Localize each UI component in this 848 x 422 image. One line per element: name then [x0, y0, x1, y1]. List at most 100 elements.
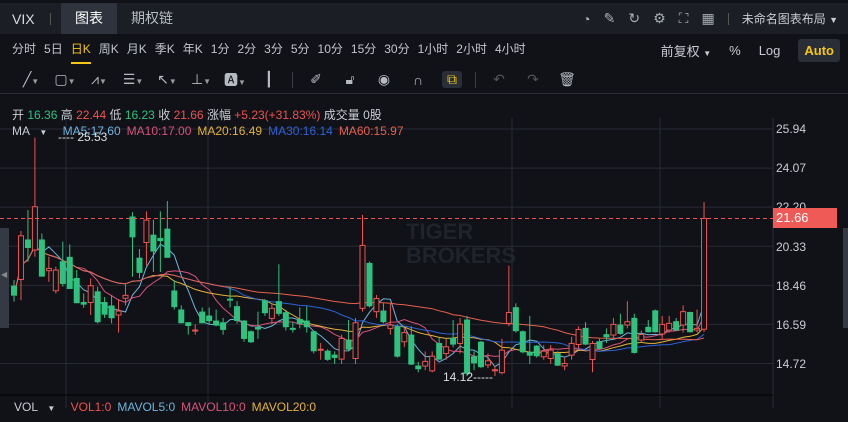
- timeframe-item[interactable]: 3分: [264, 36, 283, 64]
- layout-dropdown[interactable]: 未命名图表布局 ▼: [742, 10, 838, 27]
- timeframe-item[interactable]: 5日: [44, 36, 63, 64]
- tab-chart[interactable]: 图表: [61, 3, 117, 34]
- candle-up: [680, 311, 687, 326]
- candle-down: [136, 257, 143, 273]
- right-scroll-handle[interactable]: [843, 228, 848, 328]
- measure-icon[interactable]: ⊥▼: [184, 71, 218, 88]
- fibonacci-icon[interactable]: ☰▼: [116, 71, 150, 88]
- volume-value: 0股: [363, 108, 382, 122]
- vol-label: VOL: [14, 400, 39, 414]
- candlestick-chart[interactable]: [0, 118, 848, 408]
- timeframe-item[interactable]: 季K: [155, 36, 175, 64]
- change-value: +5.23(+31.83%): [234, 108, 321, 122]
- timeframe-item[interactable]: 1小时: [418, 36, 449, 64]
- timeframe-item[interactable]: 周K: [99, 36, 119, 64]
- candle-up: [659, 323, 666, 335]
- axis-tick: 24.07: [776, 161, 807, 175]
- candle-down: [596, 341, 603, 349]
- grid-icon[interactable]: ▦: [701, 10, 714, 27]
- candle-down: [261, 300, 268, 314]
- link-icon[interactable]: ⧉: [442, 71, 462, 88]
- candle-up: [610, 323, 617, 336]
- ma-label: MA: [12, 124, 30, 138]
- trend-line-icon[interactable]: ╱▼: [14, 71, 48, 88]
- candle-down: [533, 345, 540, 357]
- speedometer-icon[interactable]: ◔: [582, 11, 590, 27]
- candle-down: [471, 356, 478, 364]
- mavol5-value: MAVOL5:0: [117, 400, 176, 414]
- candle-down: [129, 216, 136, 238]
- candle-down: [380, 310, 387, 323]
- log-button[interactable]: Log: [759, 43, 781, 58]
- candle-up: [268, 307, 275, 319]
- candle-up: [122, 294, 129, 299]
- candle-down: [631, 317, 638, 353]
- candle-down: [554, 353, 561, 366]
- timeframe-item[interactable]: 4小时: [495, 36, 526, 64]
- candle-up: [52, 269, 59, 292]
- close-label: 收: [158, 108, 171, 122]
- rectangle-icon[interactable]: ▢▼: [48, 71, 82, 88]
- left-scroll-handle[interactable]: ◀: [0, 228, 9, 328]
- candle-down: [247, 331, 254, 343]
- percent-button[interactable]: %: [729, 43, 741, 58]
- timeframe-item-active[interactable]: 日K: [70, 36, 91, 64]
- open-label: 开: [12, 108, 25, 122]
- candle-down: [185, 322, 192, 326]
- candle-up: [429, 355, 436, 372]
- timeframe-item[interactable]: 分时: [12, 36, 36, 64]
- refresh-icon[interactable]: ↻: [628, 10, 640, 27]
- fullscreen-icon[interactable]: ⛶: [679, 10, 689, 27]
- divider: [475, 71, 476, 88]
- arrow-icon[interactable]: ↖▼: [150, 71, 184, 88]
- candle-down: [38, 239, 45, 277]
- candle-down: [415, 365, 422, 370]
- auto-button[interactable]: Auto: [798, 38, 840, 62]
- timeframe-item[interactable]: 15分: [351, 36, 376, 64]
- tab-option-chain[interactable]: 期权链: [117, 3, 187, 34]
- trash-icon[interactable]: 🗑︎: [550, 71, 584, 88]
- text-icon[interactable]: 🅰▼: [218, 70, 252, 90]
- lock-icon[interactable]: 🔓︎: [333, 71, 367, 88]
- candle-down: [296, 318, 303, 324]
- settings-icon[interactable]: ⚙: [653, 10, 666, 27]
- divider: [727, 12, 729, 25]
- undo-icon[interactable]: ↶: [482, 71, 516, 88]
- adjust-dropdown[interactable]: 前复权 ▼: [661, 41, 712, 60]
- candle-down: [164, 228, 171, 258]
- candle-up: [143, 219, 150, 243]
- redo-icon[interactable]: ↷: [516, 71, 550, 88]
- candle-down: [101, 301, 108, 315]
- top-bar: VIX 图表 期权链 ◔ ✎ ↻ ⚙ ⛶ ▦ 未命名图表布局 ▼: [0, 3, 848, 34]
- candle-down: [11, 285, 17, 296]
- timeframe-item[interactable]: 30分: [384, 36, 409, 64]
- edit-icon[interactable]: ✎: [604, 10, 616, 27]
- timeframe-item[interactable]: 月K: [127, 36, 147, 64]
- magnet-icon[interactable]: ∩: [401, 72, 435, 88]
- ma-dropdown[interactable]: MA ▼: [12, 124, 53, 138]
- mavol20-value: MAVOL20:0: [251, 400, 317, 414]
- candle-down: [282, 312, 289, 328]
- pattern-icon[interactable]: ⩘▼: [82, 71, 116, 88]
- timeframe-item[interactable]: 2分: [237, 36, 256, 64]
- high-label: 高: [60, 108, 73, 122]
- eye-icon[interactable]: ◉: [367, 71, 401, 88]
- timeframe-item[interactable]: 年K: [183, 36, 203, 64]
- timeframe-item[interactable]: 2小时: [456, 36, 487, 64]
- chevron-left-icon: ◀: [1, 270, 8, 279]
- candle-down: [80, 301, 87, 305]
- ma10-line: [13, 245, 705, 357]
- high-marker: ---- 25.53: [58, 130, 108, 144]
- timeframe-item[interactable]: 10分: [318, 36, 343, 64]
- pencil-icon[interactable]: ✐: [299, 71, 333, 88]
- high-value: 22.44: [76, 108, 107, 122]
- timeframe-item[interactable]: 1分: [211, 36, 230, 64]
- candle-down: [73, 277, 80, 304]
- candle-down: [477, 341, 484, 368]
- candle-icon[interactable]: ┃: [252, 71, 286, 88]
- candle-up: [498, 349, 505, 374]
- candle-up: [443, 346, 450, 354]
- vol-dropdown[interactable]: VOL ▼: [14, 400, 61, 414]
- candle-up: [540, 350, 547, 358]
- timeframe-item[interactable]: 5分: [291, 36, 310, 64]
